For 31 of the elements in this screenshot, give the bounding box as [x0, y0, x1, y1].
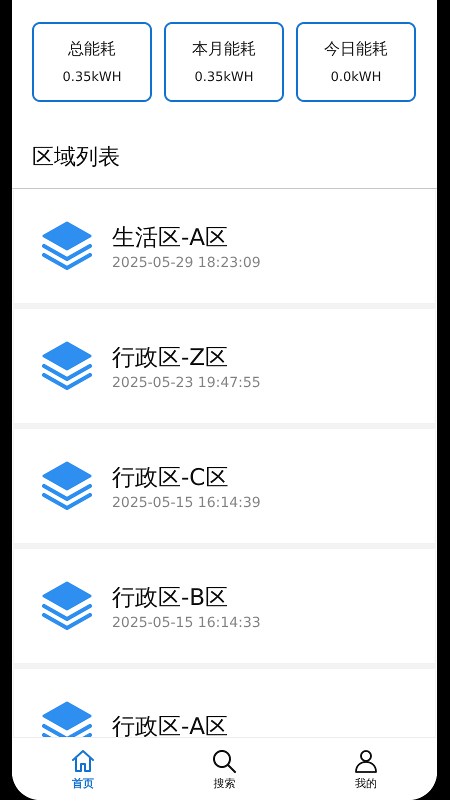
area-list-item[interactable]: 生活区-A区 2025-05-29 18:23:09: [14, 189, 435, 303]
search-icon: [211, 748, 238, 774]
area-timestamp: 2025-05-15 16:14:33: [112, 614, 261, 630]
layers-icon: [40, 699, 94, 737]
area-list-item[interactable]: 行政区-B区 2025-05-15 16:14:33: [14, 549, 435, 663]
layers-icon: [40, 219, 94, 273]
area-timestamp: 2025-05-15 16:14:39: [112, 494, 261, 510]
stat-value: 0.0kWH: [330, 70, 382, 85]
area-list-item[interactable]: 行政区-C区 2025-05-15 16:14:39: [14, 429, 435, 543]
nav-tab[interactable]: 首页: [52, 738, 113, 800]
area-name: 行政区-C区: [112, 464, 230, 492]
layers-icon: [40, 339, 94, 393]
area-list-item[interactable]: 行政区-A区: [14, 669, 435, 737]
person-icon: [353, 748, 380, 774]
home-icon: [70, 748, 96, 774]
area-timestamp: 2025-05-29 18:23:09: [112, 254, 261, 270]
area-name: 行政区-Z区: [112, 344, 230, 372]
area-list-item[interactable]: 行政区-Z区 2025-05-23 19:47:55: [14, 309, 435, 423]
area-name: 行政区-B区: [112, 584, 230, 612]
layers-icon: [40, 579, 94, 633]
stat-label: 今日能耗: [324, 39, 388, 60]
stat-label: 总能耗: [68, 39, 116, 60]
nav-tab[interactable]: 搜索: [194, 738, 254, 800]
stat-value: 0.35kWH: [62, 70, 122, 85]
layers-icon: [40, 459, 94, 513]
area-name: 行政区-A区: [112, 712, 228, 737]
stat-label: 本月能耗: [192, 39, 256, 60]
area-timestamp: 2025-05-23 19:47:55: [112, 374, 261, 390]
stat-value: 0.35kWH: [194, 70, 254, 85]
nav-tab[interactable]: 我的: [336, 738, 396, 800]
area-name: 生活区-A区: [112, 224, 230, 252]
